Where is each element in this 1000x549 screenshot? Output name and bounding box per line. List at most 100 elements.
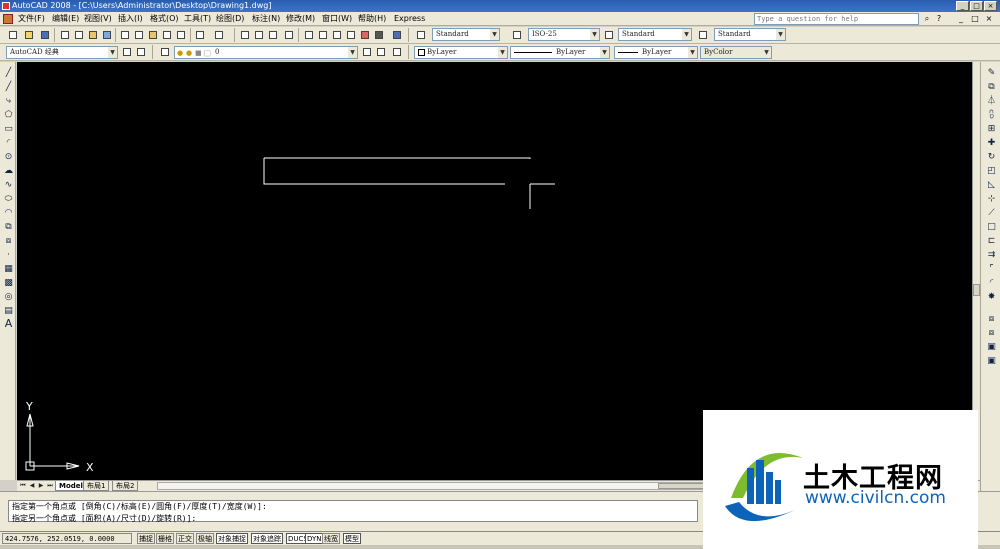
chevron-down-icon[interactable]: ▼ — [498, 47, 507, 58]
redo-icon[interactable] — [212, 28, 226, 42]
sun-icon[interactable]: ● — [186, 48, 192, 59]
scroll-thumb[interactable] — [973, 284, 980, 296]
maximize-button[interactable]: □ — [970, 1, 983, 11]
multiline-text-icon[interactable]: A — [3, 318, 14, 329]
sheet-set-icon[interactable] — [344, 28, 358, 42]
lineweight-toggle[interactable]: 线宽 — [322, 533, 340, 544]
paste-icon[interactable] — [146, 28, 160, 42]
command-history[interactable]: 指定第一个角点或 [倒角(C)/标高(E)/圆角(F)/厚度(T)/宽度(W)]… — [8, 500, 698, 523]
zoom-previous-icon[interactable] — [282, 28, 296, 42]
menu-insert[interactable]: 插入(I) — [118, 14, 143, 24]
move-icon[interactable]: ✚ — [986, 138, 997, 149]
help-icon[interactable]: ? — [933, 13, 945, 25]
rectangle-icon[interactable]: ▭ — [3, 124, 14, 135]
construction-line-icon[interactable]: ╱ — [3, 82, 14, 93]
mleader-style-select[interactable]: Standard ▼ — [714, 28, 786, 41]
menu-help[interactable]: 帮助(H) — [358, 14, 386, 24]
rotate-icon[interactable]: ↻ — [986, 152, 997, 163]
draworder-above-icon[interactable]: ▣ — [986, 342, 997, 353]
design-center-icon[interactable] — [316, 28, 330, 42]
chevron-down-icon[interactable]: ▼ — [590, 29, 599, 40]
ortho-toggle[interactable]: 正交 — [176, 533, 194, 544]
spline-icon[interactable]: ∿ — [3, 180, 14, 191]
chevron-down-icon[interactable]: ▼ — [682, 29, 691, 40]
mleader-style-icon[interactable] — [696, 28, 710, 42]
chevron-down-icon[interactable]: ▼ — [108, 47, 117, 58]
break-icon[interactable]: ⊏ — [986, 236, 997, 247]
doc-restore-button[interactable]: □ — [969, 13, 981, 25]
workspace-save-icon[interactable] — [134, 45, 148, 59]
text-style-icon[interactable] — [414, 28, 428, 42]
layer-properties-icon[interactable] — [158, 45, 172, 59]
otrack-toggle[interactable]: 对象追踪 — [251, 533, 283, 544]
menu-express[interactable]: Express — [394, 14, 425, 24]
tool-palettes-icon[interactable] — [330, 28, 344, 42]
dim-style-select[interactable]: ISO-25 ▼ — [528, 28, 600, 41]
lineweight-select[interactable]: ByLayer ▼ — [614, 46, 698, 59]
print-icon[interactable] — [58, 28, 72, 42]
menu-format[interactable]: 格式(O) — [150, 14, 179, 24]
help-toolbar-icon[interactable] — [390, 28, 404, 42]
properties-icon[interactable] — [302, 28, 316, 42]
help-search-input[interactable]: Type a question for help — [754, 13, 919, 25]
circle-icon[interactable]: ⊙ — [3, 152, 14, 163]
tab-layout1[interactable]: 布局1 — [83, 481, 110, 491]
point-icon[interactable]: · — [3, 250, 14, 261]
plot-preview-icon[interactable] — [72, 28, 86, 42]
workspace-select[interactable]: AutoCAD 经典 ▼ — [6, 46, 118, 59]
doc-close-button[interactable]: × — [983, 13, 995, 25]
menu-modify[interactable]: 修改(M) — [286, 14, 315, 24]
text-style-select[interactable]: Standard ▼ — [432, 28, 500, 41]
lightbulb-icon[interactable]: ● — [177, 48, 183, 59]
close-button[interactable]: × — [984, 1, 997, 11]
table-icon[interactable]: ▤ — [3, 306, 14, 317]
dyn-toggle[interactable]: DYN — [305, 533, 324, 544]
next-tab-icon[interactable]: ▶ — [37, 482, 45, 490]
menu-dimension[interactable]: 标注(N) — [252, 14, 280, 24]
menu-file[interactable]: 文件(F) — [18, 14, 45, 24]
cut-icon[interactable] — [118, 28, 132, 42]
insert-block-icon[interactable]: ⧉ — [3, 222, 14, 233]
copy-object-icon[interactable]: ⧉ — [986, 82, 997, 93]
stretch-icon[interactable]: ◺ — [986, 180, 997, 191]
chevron-down-icon[interactable]: ▼ — [776, 29, 785, 40]
plotstyle-select[interactable]: ByColor ▼ — [700, 46, 772, 59]
match-properties-icon[interactable] — [160, 28, 174, 42]
explode-icon[interactable]: ✸ — [986, 292, 997, 303]
hatch-icon[interactable]: ▦ — [3, 264, 14, 275]
prev-tab-icon[interactable]: ◀ — [28, 482, 36, 490]
snap-toggle[interactable]: 捕捉 — [137, 533, 155, 544]
autocad-app-icon[interactable] — [2, 2, 10, 10]
extend-icon[interactable]: ⟋ — [986, 208, 997, 219]
draworder-back-icon[interactable]: ⧈ — [986, 328, 997, 339]
zoom-window-icon[interactable] — [266, 28, 280, 42]
lock-icon[interactable]: ■ — [195, 48, 202, 59]
markup-icon[interactable] — [358, 28, 372, 42]
menu-draw[interactable]: 绘图(D) — [216, 14, 244, 24]
make-block-icon[interactable]: ⧈ — [3, 236, 14, 247]
polyline-icon[interactable]: ⤷ — [3, 96, 14, 107]
save-icon[interactable] — [38, 28, 52, 42]
ellipse-arc-icon[interactable]: ◠ — [3, 208, 14, 219]
join-icon[interactable]: ⇉ — [986, 250, 997, 261]
polygon-icon[interactable]: ⬠ — [3, 110, 14, 121]
document-icon[interactable] — [3, 14, 13, 24]
pan-icon[interactable] — [238, 28, 252, 42]
draworder-under-icon[interactable]: ▣ — [986, 356, 997, 367]
offset-icon[interactable]: ⩉ — [986, 110, 997, 121]
grid-toggle[interactable]: 栅格 — [156, 533, 174, 544]
erase-icon[interactable]: ✎ — [986, 68, 997, 79]
arc-icon[interactable]: ◜ — [3, 138, 14, 149]
zoom-realtime-icon[interactable] — [252, 28, 266, 42]
revcloud-icon[interactable]: ☁ — [3, 166, 14, 177]
first-tab-icon[interactable]: ⏮ — [19, 482, 27, 490]
region-icon[interactable]: ◎ — [3, 292, 14, 303]
tab-layout2[interactable]: 布局2 — [112, 481, 139, 491]
drawn-rectangle-edge[interactable] — [263, 157, 531, 185]
menu-edit[interactable]: 编辑(E) — [52, 14, 79, 24]
layer-select[interactable]: ● ● ■ ■ 0 ▼ — [174, 46, 358, 59]
table-style-icon[interactable] — [602, 28, 616, 42]
workspace-settings-icon[interactable] — [120, 45, 134, 59]
dim-style-icon[interactable] — [510, 28, 524, 42]
model-toggle[interactable]: 模型 — [343, 533, 361, 544]
